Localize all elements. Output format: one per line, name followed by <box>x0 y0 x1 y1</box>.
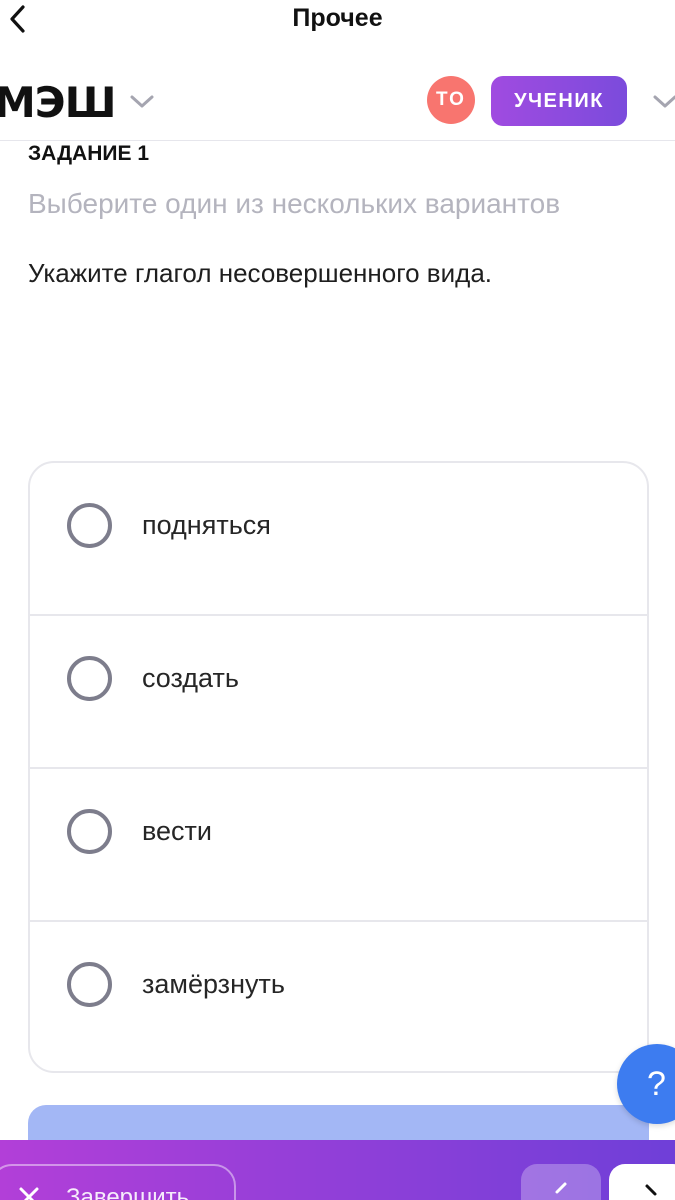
finish-button[interactable]: Завершить <box>0 1164 236 1200</box>
page-title: Прочее <box>292 4 383 32</box>
previous-task-button[interactable] <box>521 1164 601 1200</box>
chevron-right-icon <box>645 1184 657 1196</box>
task-question: Укажите глагол несовершенного вида. <box>28 258 493 288</box>
task-label: ЗАДАНИЕ 1 <box>28 142 150 165</box>
option-label: подняться <box>142 510 271 540</box>
bottom-bar: Завершить <box>0 1140 675 1200</box>
help-label: ? <box>647 1064 666 1103</box>
answer-options: подняться создать вести замёрзнуть <box>28 461 649 1073</box>
option-label: вести <box>142 816 213 846</box>
chevron-down-icon[interactable] <box>651 91 675 111</box>
role-badge[interactable]: УЧЕНИК <box>491 76 627 126</box>
radio-button[interactable] <box>67 962 112 1007</box>
answer-option[interactable]: создать <box>30 616 647 769</box>
option-label: создать <box>142 663 239 693</box>
close-icon <box>19 1187 39 1200</box>
answer-option[interactable]: подняться <box>30 463 647 616</box>
top-navbar: Прочее <box>0 0 675 44</box>
radio-button[interactable] <box>67 656 112 701</box>
chevron-down-icon[interactable] <box>128 91 156 111</box>
task-hint: Выберите один из нескольких вариантов <box>28 188 561 219</box>
app-header: МЭШ ТО УЧЕНИК <box>0 66 675 141</box>
radio-button[interactable] <box>67 503 112 548</box>
chevron-left-icon <box>555 1182 567 1194</box>
answer-option[interactable]: вести <box>30 769 647 922</box>
radio-button[interactable] <box>67 809 112 854</box>
answer-option[interactable]: замёрзнуть <box>30 922 647 1071</box>
finish-label: Завершить <box>66 1184 190 1200</box>
avatar[interactable]: ТО <box>427 76 475 124</box>
option-label: замёрзнуть <box>142 969 285 999</box>
mesh-logo[interactable]: МЭШ <box>0 78 117 127</box>
next-task-button[interactable] <box>609 1164 675 1200</box>
